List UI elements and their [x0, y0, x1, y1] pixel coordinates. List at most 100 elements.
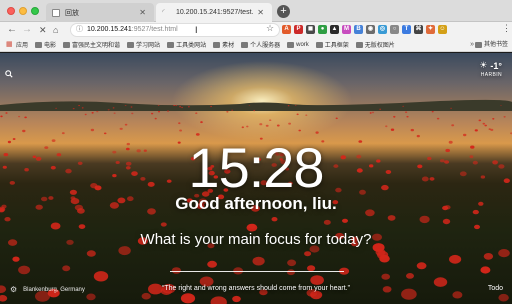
poppy-flower [91, 112, 94, 114]
poppy-flower [310, 275, 324, 285]
poppy-flower [503, 116, 506, 118]
bookmark-label: 工具类网站 [176, 43, 207, 49]
poppy-flower [226, 111, 229, 113]
poppy-flower [449, 254, 462, 264]
bookmark-other[interactable]: 其他书签 [474, 38, 508, 52]
bookmark-free-images[interactable]: 无版权图片 [355, 40, 395, 49]
momentum-page: ☀ -1° HARBIN 15:28 Good afternoon, liu. … [0, 53, 512, 304]
forward-arrow-icon[interactable]: → [22, 23, 32, 37]
bookmarks-overflow-chevron[interactable]: » [470, 38, 474, 52]
poppy-flower [124, 105, 127, 106]
bookmark-label: 工具框架 [324, 43, 349, 49]
poppy-flower [269, 119, 272, 121]
extension-code-icon[interactable]: ⌘ [414, 25, 423, 34]
address-bar[interactable]: ⓘ 10.200.15.241:9527/test.html [70, 23, 280, 37]
tab-test-page[interactable]: ◜ 10.200.15.241:9527/test.html ✕ [156, 3, 272, 22]
extension-purple-icon[interactable]: M [342, 25, 351, 34]
apps-grid-icon: ▦ [6, 40, 13, 48]
window-maximize-button[interactable] [31, 7, 39, 15]
photo-location[interactable]: ⚙ Blankenburg, Germany [10, 285, 85, 294]
poppy-flower [61, 132, 65, 135]
poppy-flower [246, 125, 249, 128]
profile-avatar[interactable]: ☺ [438, 25, 447, 34]
folder-icon [355, 41, 363, 48]
poppy-flower [385, 125, 388, 128]
poppy-flower [84, 113, 87, 116]
close-tab-icon[interactable]: ✕ [139, 8, 146, 17]
new-tab-button[interactable]: + [277, 5, 290, 18]
extension-grey-icon[interactable]: ◉ [366, 25, 375, 34]
todo-button[interactable]: Todo [488, 285, 503, 292]
poppy-flower [342, 218, 348, 223]
info-icon[interactable]: ⓘ [76, 24, 83, 36]
poppy-flower [377, 250, 389, 259]
poppy-flower [387, 215, 396, 221]
poppy-flower [78, 105, 80, 107]
poppy-flower [406, 115, 409, 118]
bookmark-values[interactable]: 富强民主文明和谐 [63, 40, 120, 49]
stop-loading-icon[interactable]: ✕ [39, 23, 47, 37]
extension-red-icon[interactable]: P [294, 25, 303, 34]
bookmark-work[interactable]: work [287, 41, 309, 48]
poppy-flower [5, 112, 8, 114]
poppy-flower [119, 127, 123, 130]
gear-icon[interactable]: ⚙ [10, 285, 17, 294]
focus-input[interactable] [170, 271, 344, 272]
bookmark-star-icon[interactable]: ☆ [266, 23, 274, 34]
poppy-flower [248, 105, 251, 106]
bookmark-apps[interactable]: ▦ 应用 [6, 40, 28, 50]
extension-translate-icon[interactable]: T [402, 25, 411, 34]
weather-widget[interactable]: ☀ -1° HARBIN [479, 60, 502, 78]
folder-icon [474, 42, 482, 48]
poppy-flower [158, 111, 160, 113]
clock: 15:28 [188, 136, 324, 199]
extension-black-icon[interactable]: ▲ [330, 25, 339, 34]
poppy-flower [130, 106, 133, 108]
tab-bar: 回放 ✕ ◜ 10.200.15.241:9527/test.html ✕ + [0, 0, 512, 22]
bookmark-frameworks[interactable]: 工具框架 [315, 40, 349, 49]
poppy-flower [478, 119, 482, 122]
folder-icon [167, 41, 175, 48]
poppy-flower [0, 295, 8, 302]
bookmark-study-sites[interactable]: 学习网站 [127, 40, 160, 49]
extension-green-icon[interactable]: ● [318, 25, 327, 34]
poppy-flower [160, 222, 167, 227]
poppy-flower [113, 112, 116, 114]
poppy-flower [241, 126, 244, 129]
poppy-flower [210, 105, 212, 108]
bookmark-assets[interactable]: 素材 [213, 40, 234, 49]
window-close-button[interactable] [7, 7, 15, 15]
extension-dark-icon[interactable]: ◼ [306, 25, 315, 34]
close-tab-icon[interactable]: ✕ [257, 8, 264, 17]
window-minimize-button[interactable] [19, 7, 27, 15]
poppy-flower [90, 128, 95, 132]
browser-menu-icon[interactable]: ⋮ [502, 23, 511, 34]
bookmark-personal-server[interactable]: 个人服务器 [241, 40, 280, 49]
folder-icon [127, 41, 135, 48]
bookmark-tool-sites[interactable]: 工具类网站 [167, 40, 206, 49]
location-label: Blankenburg, Germany [23, 286, 85, 293]
poppy-flower [406, 273, 414, 279]
poppy-flower [323, 219, 331, 225]
extension-abp-icon[interactable]: A [282, 25, 291, 34]
extension-circle-icon[interactable]: ○ [390, 25, 399, 34]
poppy-flower [173, 105, 175, 106]
extension-orange-icon[interactable]: ✦ [426, 25, 435, 34]
poppy-flower [12, 256, 20, 262]
poppy-flower [154, 117, 157, 120]
poppy-flower [232, 295, 241, 303]
poppy-flower [433, 277, 448, 287]
bookmark-movies[interactable]: 电影 [35, 40, 56, 49]
poppy-flower [402, 105, 405, 107]
poppy-flower [315, 131, 319, 134]
extension-lightblue-icon[interactable]: ◎ [378, 25, 387, 34]
poppy-flower [188, 106, 190, 108]
tab-replay[interactable]: 回放 ✕ [46, 3, 154, 22]
search-icon[interactable] [5, 65, 13, 83]
poppy-flower [18, 115, 21, 118]
bookmark-label: 素材 [222, 43, 235, 49]
sun-icon: ☀ [479, 60, 488, 70]
extension-blue-icon[interactable]: B [354, 25, 363, 34]
back-arrow-icon[interactable]: ← [7, 23, 17, 37]
home-icon[interactable]: ⌂ [53, 23, 58, 37]
